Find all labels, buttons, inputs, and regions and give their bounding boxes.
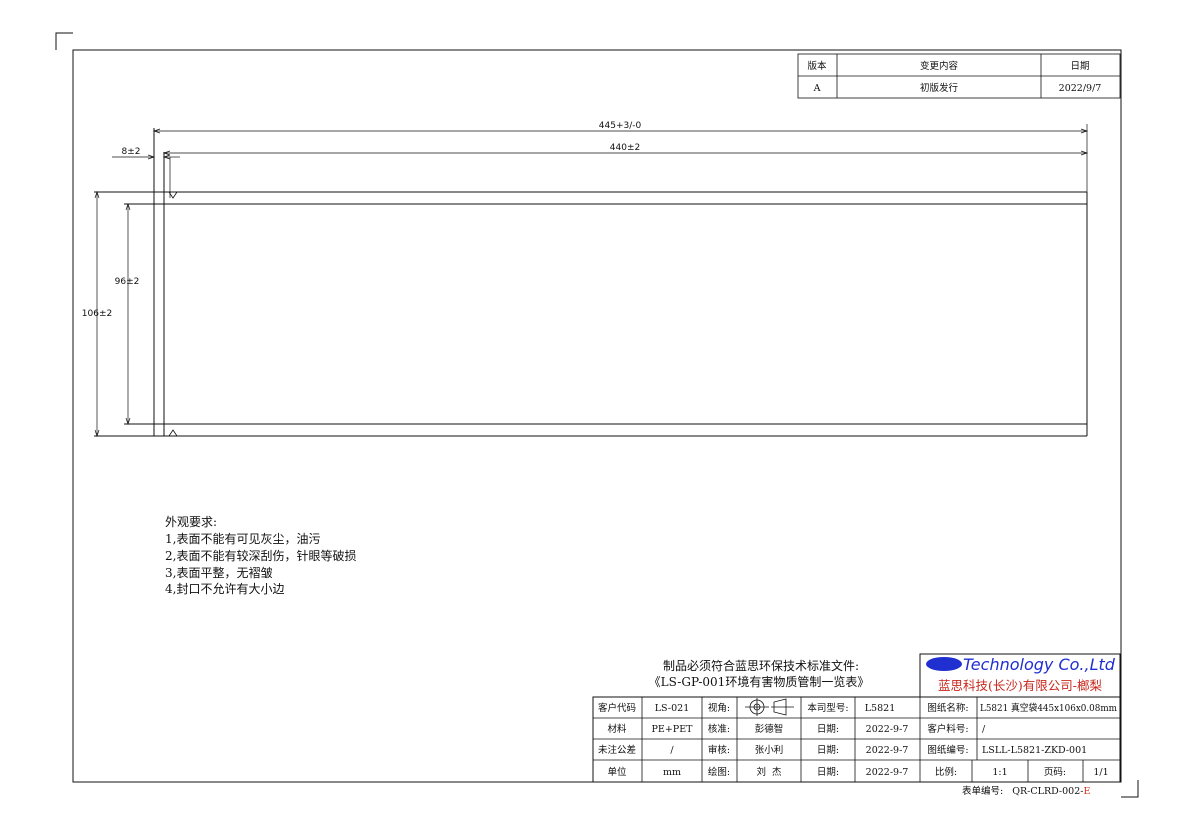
revision-version: A bbox=[813, 83, 821, 94]
date-label-3: 日期: bbox=[817, 767, 839, 778]
drawing-no-label: 图纸编号: bbox=[927, 744, 968, 756]
page-label: 页码: bbox=[1044, 767, 1066, 778]
date-label-1: 日期: bbox=[817, 724, 839, 735]
reviewer-value: 张小利 bbox=[755, 744, 784, 756]
drawing-name: L5821 真空袋445x106x0.08mm bbox=[980, 702, 1117, 714]
revision-header-change: 变更内容 bbox=[920, 60, 959, 72]
company-logo-box: Technology Co.,Ltd 蓝思科技(长沙)有限公司-榔梨 bbox=[919, 653, 1121, 698]
customer-part: / bbox=[982, 724, 986, 735]
notice-line-1: 制品必须符合蓝思环保技术标准文件: bbox=[663, 658, 859, 673]
customer-code-label: 客户代码 bbox=[598, 702, 636, 714]
form-number-label: 表单编号: bbox=[962, 785, 1003, 797]
inner-height-label: 96±2 bbox=[115, 277, 140, 287]
requirement-item-3: 3,表面平整，无褶皱 bbox=[165, 565, 272, 580]
material-label: 材料 bbox=[607, 723, 627, 735]
form-number-suffix: E bbox=[1083, 786, 1090, 797]
tolerance-value: / bbox=[670, 745, 674, 756]
revision-date: 2022/9/7 bbox=[1059, 83, 1102, 94]
overall-length-label: 445+3/-0 bbox=[599, 121, 642, 131]
revision-header-version: 版本 bbox=[807, 60, 827, 72]
offset-label: 8±2 bbox=[122, 147, 141, 157]
date-value-1: 2022-9-7 bbox=[866, 724, 909, 735]
checker-value: 彭德智 bbox=[755, 723, 784, 735]
drawer-value: 刘 杰 bbox=[756, 766, 782, 778]
unit-label: 单位 bbox=[607, 766, 627, 778]
form-number-value: QR-CLRD-002- bbox=[1012, 786, 1083, 797]
company-logo-mark bbox=[926, 657, 962, 671]
corner-mark-top-left bbox=[55, 32, 73, 50]
drawing-name-label: 图纸名称: bbox=[927, 702, 968, 714]
form-number: 表单编号: QR-CLRD-002-E bbox=[962, 785, 1090, 797]
customer-part-label: 客户料号: bbox=[927, 723, 968, 735]
customer-code: LS-021 bbox=[655, 703, 690, 714]
drawer-label: 绘图: bbox=[708, 766, 730, 778]
overall-height-label: 106±2 bbox=[82, 309, 112, 319]
revision-change: 初版发行 bbox=[920, 82, 959, 94]
model-label: 本司型号: bbox=[807, 702, 848, 714]
requirement-item-1: 1,表面不能有可见灰尘，油污 bbox=[165, 532, 320, 546]
date-label-2: 日期: bbox=[817, 745, 839, 756]
dimension-inner-height: 96±2 bbox=[115, 202, 140, 426]
notice-line-2: 《LS-GP-001环境有害物质管制一览表》 bbox=[649, 674, 870, 689]
corner-mark-bottom-right bbox=[1121, 780, 1139, 798]
dimension-overall-length: 445+3/-0 bbox=[152, 121, 1089, 192]
inner-length-label: 440±2 bbox=[610, 143, 640, 153]
bag-outline bbox=[94, 128, 1088, 437]
scale-value: 1:1 bbox=[992, 767, 1007, 778]
scale-label: 比例: bbox=[935, 766, 957, 778]
company-name-en: Technology Co.,Ltd bbox=[963, 655, 1116, 674]
dimension-overall-height: 106±2 bbox=[82, 190, 112, 438]
projection-symbol-icon bbox=[745, 698, 794, 716]
requirements-title: 外观要求: bbox=[165, 515, 217, 529]
drawing-sheet: 版本 变更内容 日期 A 初版发行 2022/9/7 445+3/-0 440±… bbox=[55, 32, 1139, 798]
appearance-requirements: 外观要求: 1,表面不能有可见灰尘，油污 2,表面不能有较深刮伤，针眼等破损 3… bbox=[165, 515, 356, 596]
date-value-3: 2022-9-7 bbox=[866, 767, 909, 778]
page-value: 1/1 bbox=[1093, 767, 1108, 778]
material-value: PE+PET bbox=[652, 724, 694, 735]
title-block: 客户代码 LS-021 视角: 本司型号: L5821 图纸名称: L5821 … bbox=[592, 696, 1121, 783]
checker-label: 核准: bbox=[708, 723, 730, 735]
revision-table: 版本 变更内容 日期 A 初版发行 2022/9/7 bbox=[797, 53, 1121, 99]
requirement-item-4: 4,封口不允许有大小边 bbox=[165, 581, 284, 596]
dimension-inner-length: 440±2 bbox=[162, 143, 1089, 156]
reviewer-label: 审核: bbox=[708, 744, 730, 756]
unit-value: mm bbox=[663, 767, 681, 778]
date-value-2: 2022-9-7 bbox=[866, 745, 909, 756]
drawing-no: LSLL-L5821-ZKD-001 bbox=[982, 745, 1087, 756]
revision-header-date: 日期 bbox=[1070, 61, 1089, 72]
company-name-cn: 蓝思科技(长沙)有限公司-榔梨 bbox=[938, 678, 1102, 693]
tolerance-label: 未注公差 bbox=[598, 744, 636, 756]
view-label: 视角: bbox=[708, 702, 730, 714]
requirement-item-2: 2,表面不能有较深刮伤，针眼等破损 bbox=[165, 548, 356, 563]
model-value: L5821 bbox=[865, 703, 896, 714]
